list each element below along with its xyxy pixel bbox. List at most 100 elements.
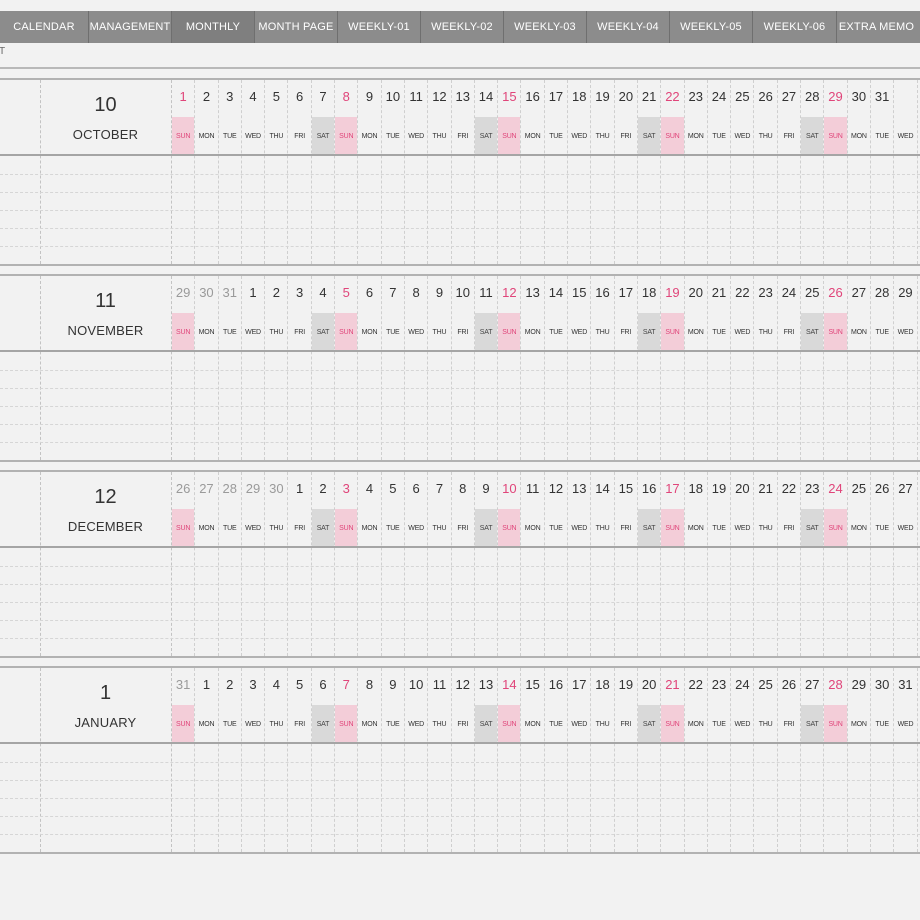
weekday-label: MON [524, 328, 541, 336]
weekday-label: TUE [712, 328, 726, 336]
day-number: 26 [874, 481, 890, 496]
weekday-label: WED [571, 720, 588, 728]
month-block-january: 1 JANUARY 31 SUN 1 MON 2 TUE 3 WED 4 THU 5 FRI 6 SAT 7… [0, 666, 920, 854]
day-number: 23 [758, 285, 773, 300]
weekday-label: FRI [294, 328, 305, 336]
day-number: 27 [851, 285, 867, 300]
schedule-row-line [0, 638, 920, 639]
weekday-label: SUN [661, 117, 684, 155]
weekday-label: MON [850, 524, 867, 532]
month-label: 1 JANUARY [40, 668, 171, 742]
day-number: 10 [455, 285, 470, 300]
schedule-rows[interactable] [0, 744, 920, 852]
tab-weekly-02[interactable]: WEEKLY-02 [421, 11, 504, 43]
tab-extra-memo[interactable]: EXTRA MEMO [837, 11, 916, 43]
weekday-label: WED [734, 132, 751, 140]
day-number: 15 [572, 285, 587, 300]
weekday-label: FRI [620, 328, 632, 336]
schedule-rows[interactable] [0, 548, 920, 656]
day-number: 26 [781, 677, 797, 692]
weekday-label: THU [432, 328, 447, 336]
tab-weekly-01[interactable]: WEEKLY-01 [338, 11, 421, 43]
day-number: 15 [525, 677, 540, 692]
day-number: 24 [735, 677, 750, 692]
weekday-label: FRI [457, 132, 469, 140]
weekday-label: MON [361, 524, 378, 532]
month-number: 1 [99, 682, 112, 704]
day-number: 21 [641, 89, 657, 104]
weekday-label: TUE [549, 328, 563, 336]
day-number: 18 [688, 481, 703, 496]
weekday-label: MON [850, 328, 867, 336]
tab-weekly-06[interactable]: WEEKLY-06 [753, 11, 837, 43]
month-label: 10 OCTOBER [40, 80, 171, 154]
day-number: 27 [199, 481, 214, 496]
day-number: 4 [365, 481, 374, 496]
weekday-label: MON [687, 328, 704, 336]
day-number: 12 [548, 481, 564, 496]
day-number: 1 [296, 481, 304, 496]
weekday-label: FRI [294, 132, 305, 140]
day-number: 11 [409, 89, 423, 104]
day-number: 6 [319, 677, 327, 692]
day-number: 30 [851, 89, 867, 104]
day-number: 21 [711, 285, 727, 300]
day-number: 17 [548, 89, 564, 104]
day-number: 22 [688, 677, 703, 692]
day-number: 9 [389, 677, 397, 692]
weekday-label: TUE [875, 720, 889, 728]
weekday-label: FRI [783, 132, 795, 140]
schedule-rows[interactable] [0, 352, 920, 460]
day-number: 12 [432, 89, 447, 104]
weekday-label: THU [432, 524, 447, 532]
weekday-label: THU [595, 720, 610, 728]
tab-calendar[interactable]: CALENDAR [0, 11, 89, 43]
day-number: 28 [805, 89, 820, 104]
schedule-row-line [0, 442, 920, 443]
schedule-row-line [0, 192, 920, 193]
schedule-row-line [0, 246, 920, 247]
day-number: 11 [432, 677, 447, 692]
day-number: 5 [296, 677, 304, 692]
day-number: 27 [781, 89, 797, 104]
weekday-label: SAT [474, 509, 498, 547]
weekday-label: TUE [875, 524, 889, 532]
divider [0, 656, 920, 658]
day-number: 17 [618, 285, 634, 300]
day-number: 19 [595, 89, 610, 104]
tab-weekly-05[interactable]: WEEKLY-05 [670, 11, 753, 43]
weekday-label: FRI [620, 720, 632, 728]
day-number: 11 [525, 481, 540, 496]
weekday-label: WED [897, 524, 914, 532]
day-number: 29 [898, 285, 913, 300]
tab-month-page[interactable]: MONTH PAGE [255, 11, 338, 43]
weekday-label: MON [361, 328, 378, 336]
day-number: 13 [572, 481, 587, 496]
day-number: 29 [851, 677, 867, 692]
day-number: 9 [482, 481, 490, 496]
day-number: 25 [851, 481, 867, 496]
schedule-row-line [0, 210, 920, 211]
day-number: 24 [828, 481, 843, 496]
weekday-label: THU [432, 720, 447, 728]
day-number: 1 [249, 285, 257, 300]
day-number: 26 [758, 89, 773, 104]
day-number: 27 [805, 677, 820, 692]
schedule-row-line [0, 798, 920, 799]
weekday-label: SAT [638, 313, 661, 351]
day-number: 7 [319, 89, 327, 104]
weekday-label: MON [524, 720, 541, 728]
weekday-label: MON [850, 132, 867, 140]
weekday-label: TUE [712, 720, 726, 728]
tab-management[interactable]: MANAGEMENT [89, 11, 172, 43]
day-number: 20 [641, 677, 657, 692]
tab-weekly-03[interactable]: WEEKLY-03 [504, 11, 587, 43]
tab-monthly[interactable]: MONTHLY [172, 11, 255, 43]
tab-weekly-04[interactable]: WEEKLY-04 [587, 11, 670, 43]
weekday-label: SAT [638, 509, 661, 547]
schedule-rows[interactable] [0, 156, 920, 264]
day-number: 18 [641, 285, 657, 300]
day-number: 12 [455, 677, 470, 692]
month-block-december: 12 DECEMBER 26 SUN 27 MON 28 TUE 29 WED 30 THU 1 FR… [0, 470, 920, 658]
weekday-label: THU [432, 132, 447, 140]
